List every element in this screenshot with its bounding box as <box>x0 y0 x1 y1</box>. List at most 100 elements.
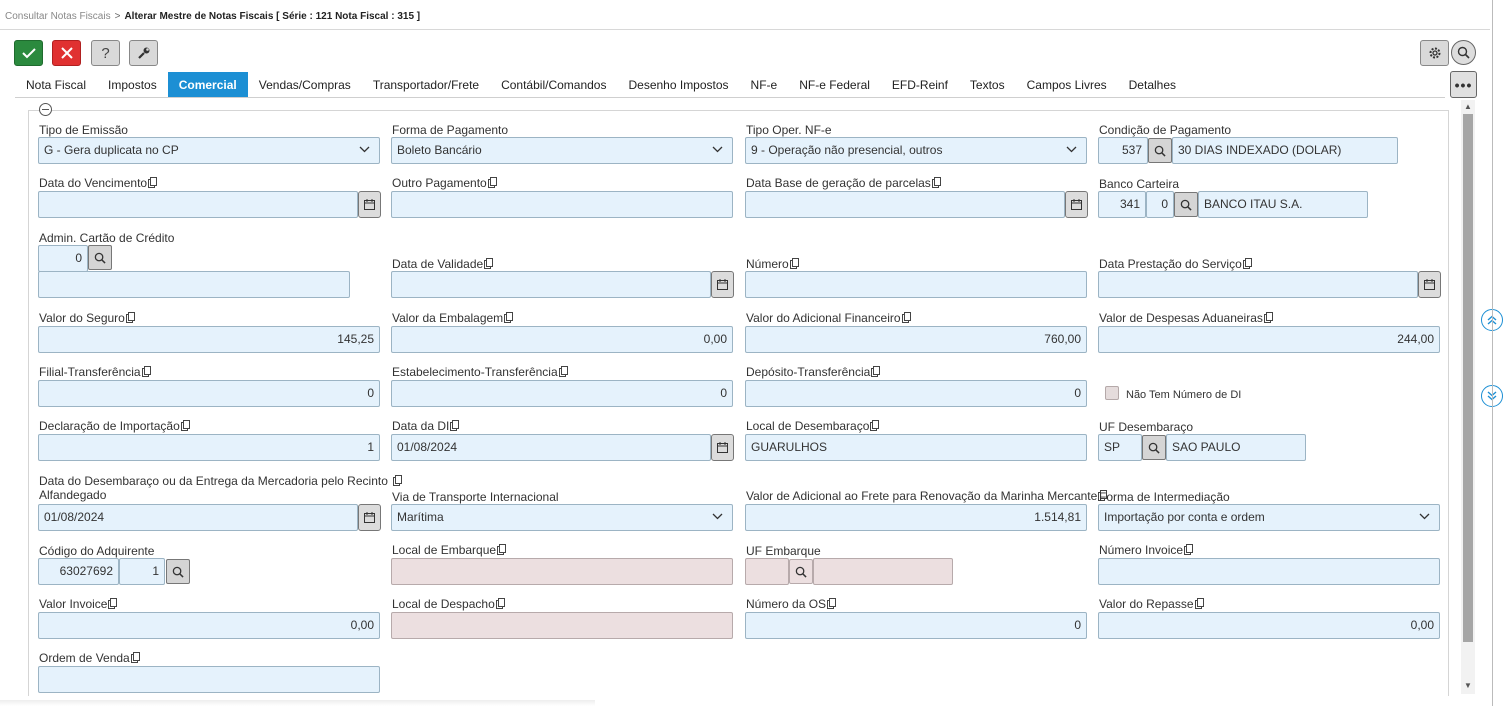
search-icon <box>172 566 184 578</box>
input-admin-cartao-desc <box>38 271 350 298</box>
settings-button[interactable] <box>1420 40 1449 66</box>
input-declaracao-importacao[interactable]: 1 <box>38 434 380 461</box>
tab-textos[interactable]: Textos <box>959 72 1016 98</box>
tab-contabil-comandos[interactable]: Contábil/Comandos <box>490 72 617 98</box>
tab-desenho-impostos[interactable]: Desenho Impostos <box>617 72 739 98</box>
tab-nfe[interactable]: NF-e <box>740 72 789 98</box>
input-numero-os[interactable]: 0 <box>745 612 1087 639</box>
input-valor-invoice[interactable]: 0,00 <box>38 612 380 639</box>
label-local-despacho: Local de Despacho <box>392 597 505 611</box>
input-outro-pagamento[interactable] <box>391 191 733 218</box>
input-valor-despesas-aduaneiras[interactable]: 244,00 <box>1098 326 1440 353</box>
search-uf-desembaraco-button[interactable] <box>1142 435 1166 460</box>
input-codigo-adquirente-seq[interactable]: 1 <box>119 558 165 585</box>
search-uf-embarque-button[interactable] <box>789 559 813 584</box>
tab-campos-livres[interactable]: Campos Livres <box>1016 72 1118 98</box>
tools-button[interactable] <box>129 40 158 66</box>
input-filial-transferencia[interactable]: 0 <box>38 380 380 407</box>
search-icon <box>795 566 807 578</box>
input-valor-repasse[interactable]: 0,00 <box>1098 612 1440 639</box>
input-deposito-transferencia[interactable]: 0 <box>745 380 1087 407</box>
cancel-button[interactable] <box>52 40 81 66</box>
select-via-transporte[interactable]: Marítima <box>391 504 733 531</box>
label-local-desembaraco: Local de Desembaraço <box>746 419 880 433</box>
tab-detalhes[interactable]: Detalhes <box>1118 72 1187 98</box>
check-icon <box>21 48 36 59</box>
help-button[interactable]: ? <box>91 40 120 66</box>
scroll-down-icon[interactable]: ▼ <box>1464 681 1472 690</box>
help-icon: ? <box>101 44 110 62</box>
input-valor-embalagem[interactable]: 0,00 <box>391 326 733 353</box>
confirm-button[interactable] <box>14 40 43 66</box>
calendar-data-di-button[interactable] <box>711 434 734 461</box>
search-admin-cartao-button[interactable] <box>88 245 112 270</box>
input-data-base-parcelas[interactable] <box>745 191 1065 218</box>
label-valor-embalagem: Valor da Embalagem <box>392 311 514 325</box>
label-valor-adicional-financeiro: Valor do Adicional Financeiro <box>746 311 911 325</box>
copy-icon <box>827 598 837 609</box>
input-data-di[interactable]: 01/08/2024 <box>391 434 711 461</box>
tab-efd-reinf[interactable]: EFD-Reinf <box>881 72 959 98</box>
label-uf-desembaraco: UF Desembaraço <box>1099 420 1194 434</box>
copy-icon <box>108 598 118 609</box>
label-uf-embarque: UF Embarque <box>746 544 821 558</box>
more-icon: ••• <box>1454 76 1473 93</box>
tab-nota-fiscal[interactable]: Nota Fiscal <box>15 72 97 98</box>
input-numero[interactable] <box>745 271 1087 298</box>
copy-icon <box>125 312 135 323</box>
select-forma-pagamento[interactable]: Boleto Bancário <box>391 137 733 164</box>
input-data-vencimento[interactable] <box>38 191 358 218</box>
tab-comercial[interactable]: Comercial <box>167 72 248 98</box>
input-data-prestacao[interactable] <box>1098 271 1418 298</box>
tab-nfe-federal[interactable]: NF-e Federal <box>788 72 881 98</box>
input-admin-cartao-code[interactable]: 0 <box>38 245 88 272</box>
more-options-button[interactable]: ••• <box>1450 71 1477 98</box>
copy-icon <box>487 177 497 188</box>
search-banco-button[interactable] <box>1174 192 1198 217</box>
input-valor-afrmm[interactable]: 1.514,81 <box>745 504 1087 531</box>
input-banco-code[interactable]: 341 <box>1098 191 1146 218</box>
select-tipo-oper-nfe[interactable]: 9 - Operação não presencial, outros <box>745 137 1087 164</box>
input-carteira-code[interactable]: 0 <box>1146 191 1174 218</box>
scrollbar-thumb[interactable] <box>1463 114 1473 642</box>
breadcrumb-parent-link[interactable]: Consultar Notas Fiscais <box>5 11 111 22</box>
input-data-validade[interactable] <box>391 271 711 298</box>
checkbox-nao-tem-di[interactable] <box>1105 386 1119 400</box>
input-numero-invoice[interactable] <box>1098 558 1440 585</box>
input-estab-transferencia[interactable]: 0 <box>391 380 733 407</box>
global-search-button[interactable] <box>1451 40 1476 65</box>
tab-vendas-compras[interactable]: Vendas/Compras <box>248 72 362 98</box>
select-tipo-emissao[interactable]: G - Gera duplicata no CP <box>38 137 380 164</box>
label-outro-pagamento: Outro Pagamento <box>392 176 497 190</box>
input-data-desembaraco[interactable]: 01/08/2024 <box>38 504 358 531</box>
label-numero-invoice: Número Invoice <box>1099 543 1194 557</box>
input-condicao-pagamento-code[interactable]: 537 <box>1098 137 1148 164</box>
input-valor-seguro[interactable]: 145,25 <box>38 326 380 353</box>
input-codigo-adquirente[interactable]: 63027692 <box>38 558 119 585</box>
input-uf-desembaraco-code[interactable]: SP <box>1098 434 1142 461</box>
collapse-icon[interactable] <box>39 103 52 116</box>
input-ordem-venda[interactable] <box>38 666 380 693</box>
search-condicao-pagamento-button[interactable] <box>1148 138 1172 163</box>
input-uf-embarque-code <box>745 558 789 585</box>
search-codigo-adquirente-button[interactable] <box>166 559 190 584</box>
scroll-up-icon[interactable]: ▲ <box>1464 102 1472 111</box>
copy-icon <box>495 598 505 609</box>
calendar-data-base-button[interactable] <box>1065 191 1088 218</box>
tab-impostos[interactable]: Impostos <box>97 72 168 98</box>
input-local-desembaraco[interactable]: GUARULHOS <box>745 434 1087 461</box>
label-data-di: Data da DI <box>392 419 460 433</box>
label-valor-invoice: Valor Invoice <box>39 597 118 611</box>
calendar-data-desembaraco-button[interactable] <box>358 504 381 531</box>
chevron-down-icon <box>359 146 370 153</box>
calendar-data-vencimento-button[interactable] <box>358 191 381 218</box>
calendar-icon <box>717 442 728 453</box>
input-local-despacho <box>391 612 733 639</box>
input-valor-adicional-financeiro[interactable]: 760,00 <box>745 326 1087 353</box>
calendar-data-prestacao-button[interactable] <box>1418 271 1441 298</box>
label-data-vencimento: Data do Vencimento <box>39 176 158 190</box>
label-via-transporte: Via de Transporte Internacional <box>392 490 559 504</box>
calendar-data-validade-button[interactable] <box>711 271 734 298</box>
select-forma-intermediacao[interactable]: Importação por conta e ordem <box>1098 504 1440 531</box>
tab-transportador-frete[interactable]: Transportador/Frete <box>362 72 490 98</box>
